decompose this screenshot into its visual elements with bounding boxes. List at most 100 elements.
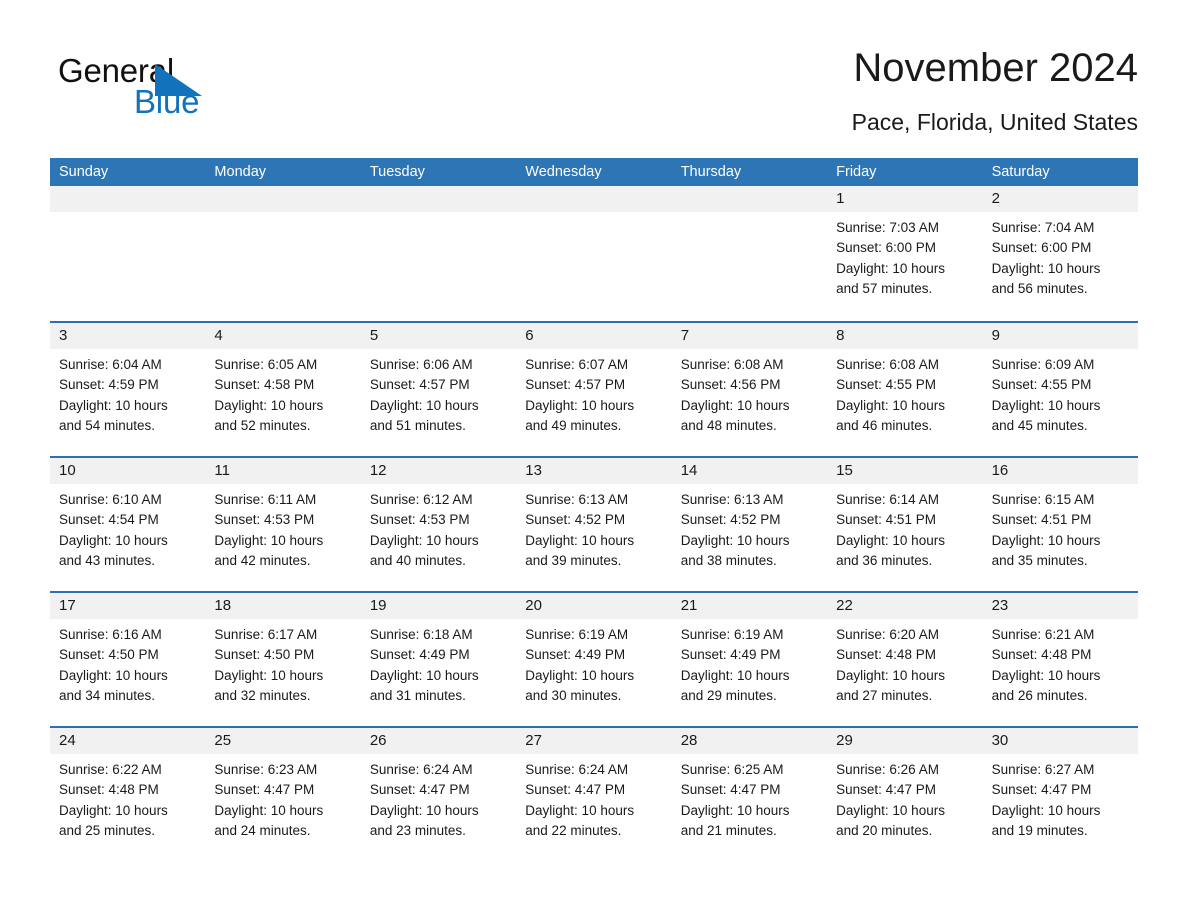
day-cell[interactable]: 24 Sunrise: 6:22 AM Sunset: 4:48 PM Dayligh… — [50, 728, 206, 861]
day-number-band: 2 — [982, 186, 1138, 212]
day-cell[interactable]: 12 Sunrise: 6:12 AM Sunset: 4:53 PM Dayligh… — [360, 458, 517, 591]
sunset-text: Sunset: 4:51 PM — [836, 512, 936, 528]
day-cell[interactable]: 20 Sunrise: 6:19 AM Sunset: 4:49 PM Dayligh… — [516, 593, 672, 726]
day-details: Sunrise: 7:03 AM Sunset: 6:00 PM Daylight:… — [827, 212, 982, 299]
day-details: Sunrise: 6:10 AM Sunset: 4:54 PM Daylight:… — [50, 484, 205, 571]
day-number: 10 — [59, 462, 76, 479]
day-cell[interactable]: 29 Sunrise: 6:26 AM Sunset: 4:47 PM Dayligh… — [827, 728, 983, 861]
day-number-band: 20 — [516, 593, 672, 619]
empty-day-cell — [360, 186, 517, 321]
day-cell[interactable]: 18 Sunrise: 6:17 AM Sunset: 4:50 PM Dayligh… — [205, 593, 361, 726]
day-number: 8 — [836, 327, 845, 344]
sunrise-text: Sunrise: 6:19 AM — [680, 627, 784, 642]
sunrise-text: Sunrise: 6:04 AM — [59, 357, 162, 372]
sunset-text: Sunset: 4:53 PM — [214, 512, 315, 528]
daylight-text-line2: and 22 minutes. — [525, 822, 622, 838]
day-cell[interactable]: 28 Sunrise: 6:25 AM Sunset: 4:47 PM Dayligh… — [671, 728, 828, 861]
day-number: 27 — [525, 732, 542, 749]
sunset-text: Sunset: 6:00 PM — [836, 240, 936, 256]
daylight-text-line1: Daylight: 10 hours — [59, 532, 168, 548]
day-cell[interactable]: 10 Sunrise: 6:10 AM Sunset: 4:54 PM Dayligh… — [50, 458, 206, 591]
daylight-text-line2: and 54 minutes. — [59, 417, 156, 433]
daylight-text-line1: Daylight: 10 hours — [680, 802, 790, 818]
day-cell[interactable]: 25 Sunrise: 6:23 AM Sunset: 4:47 PM Dayligh… — [205, 728, 361, 861]
sunset-text: Sunset: 4:47 PM — [836, 782, 936, 798]
day-cell[interactable]: 17 Sunrise: 6:16 AM Sunset: 4:50 PM Dayligh… — [50, 593, 206, 726]
sunrise-text: Sunrise: 6:11 AM — [214, 492, 317, 507]
sunrise-text: Sunrise: 6:12 AM — [369, 492, 473, 507]
daylight-text-line2: and 34 minutes. — [59, 687, 156, 703]
day-cell[interactable]: 5 Sunrise: 6:06 AM Sunset: 4:57 PM Daylight… — [360, 323, 517, 456]
day-details — [672, 212, 827, 218]
daylight-text-line2: and 29 minutes. — [680, 687, 777, 703]
weekday-header-wednesday: Wednesday — [525, 164, 602, 180]
daylight-text-line1: Daylight: 10 hours — [214, 397, 324, 413]
sunset-text: Sunset: 4:49 PM — [680, 647, 781, 663]
sunset-text: Sunset: 4:50 PM — [214, 647, 315, 663]
page-header: General Blue November 2024 Pace, Florida… — [50, 44, 1138, 144]
sunrise-text: Sunrise: 6:08 AM — [836, 357, 939, 372]
day-cell[interactable]: 15 Sunrise: 6:14 AM Sunset: 4:51 PM Dayligh… — [827, 458, 983, 591]
day-cell[interactable]: 8 Sunrise: 6:08 AM Sunset: 4:55 PM Daylight… — [827, 323, 983, 456]
daylight-text-line1: Daylight: 10 hours — [525, 667, 635, 683]
day-cell[interactable]: 22 Sunrise: 6:20 AM Sunset: 4:48 PM Dayligh… — [827, 593, 983, 726]
day-cell[interactable]: 30 Sunrise: 6:27 AM Sunset: 4:47 PM Dayligh… — [982, 728, 1138, 861]
daylight-text-line1: Daylight: 10 hours — [214, 667, 324, 683]
calendar-page: General Blue November 2024 Pace, Florida… — [0, 0, 1188, 918]
day-cell[interactable]: 23 Sunrise: 6:21 AM Sunset: 4:48 PM Dayligh… — [982, 593, 1138, 726]
day-cell[interactable]: 3 Sunrise: 6:04 AM Sunset: 4:59 PM Daylight… — [50, 323, 206, 456]
day-details: Sunrise: 6:13 AM Sunset: 4:52 PM Daylight:… — [672, 484, 827, 571]
day-number-band: 7 — [671, 323, 828, 349]
day-number-band: 17 — [50, 593, 206, 619]
sunrise-text: Sunrise: 6:27 AM — [991, 762, 1095, 777]
day-number-band: 26 — [360, 728, 517, 754]
day-cell[interactable]: 16 Sunrise: 6:15 AM Sunset: 4:51 PM Dayligh… — [982, 458, 1138, 591]
sunset-text: Sunset: 6:00 PM — [991, 240, 1092, 256]
day-number-band: 27 — [516, 728, 672, 754]
day-cell[interactable]: 14 Sunrise: 6:13 AM Sunset: 4:52 PM Dayligh… — [671, 458, 828, 591]
sunrise-text: Sunrise: 6:16 AM — [59, 627, 162, 642]
day-details: Sunrise: 6:09 AM Sunset: 4:55 PM Daylight:… — [983, 349, 1138, 436]
day-cell[interactable]: 11 Sunrise: 6:11 AM Sunset: 4:53 PM Dayligh… — [205, 458, 361, 591]
daylight-text-line2: and 40 minutes. — [369, 552, 466, 568]
day-number: 25 — [214, 732, 232, 749]
sunrise-text: Sunrise: 7:04 AM — [991, 220, 1095, 235]
day-number-band: 13 — [516, 458, 672, 484]
daylight-text-line1: Daylight: 10 hours — [369, 532, 479, 548]
day-cell[interactable]: 1 Sunrise: 7:03 AM Sunset: 6:00 PM Daylight… — [827, 186, 983, 321]
day-cell[interactable]: 6 Sunrise: 6:07 AM Sunset: 4:57 PM Daylight… — [516, 323, 672, 456]
calendar-weeks: 1 Sunrise: 7:03 AM Sunset: 6:00 PM Daylight… — [50, 186, 1138, 861]
daylight-text-line1: Daylight: 10 hours — [59, 802, 168, 818]
weekday-header-monday: Monday — [214, 164, 267, 180]
daylight-text-line2: and 23 minutes. — [369, 822, 466, 838]
sunset-text: Sunset: 4:47 PM — [214, 782, 315, 798]
day-cell[interactable]: 7 Sunrise: 6:08 AM Sunset: 4:56 PM Daylight… — [671, 323, 828, 456]
sunrise-text: Sunrise: 6:24 AM — [369, 762, 473, 777]
day-number-band: 12 — [360, 458, 517, 484]
day-cell[interactable]: 4 Sunrise: 6:05 AM Sunset: 4:58 PM Daylight… — [205, 323, 361, 456]
day-details: Sunrise: 6:04 AM Sunset: 4:59 PM Daylight:… — [50, 349, 205, 436]
day-cell[interactable]: 13 Sunrise: 6:13 AM Sunset: 4:52 PM Dayligh… — [516, 458, 672, 591]
day-cell[interactable]: 21 Sunrise: 6:19 AM Sunset: 4:49 PM Dayligh… — [671, 593, 828, 726]
generalblue-logo[interactable]: General Blue — [58, 52, 318, 130]
day-number: 26 — [369, 732, 387, 749]
daylight-text-line1: Daylight: 10 hours — [369, 802, 479, 818]
sunset-text: Sunset: 4:47 PM — [369, 782, 470, 798]
day-number: 2 — [991, 190, 1000, 207]
day-number: 28 — [680, 732, 698, 749]
sunrise-text: Sunrise: 6:10 AM — [59, 492, 162, 507]
weekday-header-saturday: Saturday — [991, 164, 1050, 180]
day-cell[interactable]: 9 Sunrise: 6:09 AM Sunset: 4:55 PM Daylight… — [982, 323, 1138, 456]
day-number: 4 — [214, 327, 223, 344]
day-details: Sunrise: 6:12 AM Sunset: 4:53 PM Daylight:… — [361, 484, 516, 571]
day-cell[interactable]: 2 Sunrise: 7:04 AM Sunset: 6:00 PM Daylight… — [982, 186, 1138, 321]
day-number-band: 28 — [671, 728, 828, 754]
daylight-text-line1: Daylight: 10 hours — [680, 532, 790, 548]
daylight-text-line2: and 20 minutes. — [836, 822, 933, 838]
day-cell[interactable]: 26 Sunrise: 6:24 AM Sunset: 4:47 PM Dayligh… — [360, 728, 517, 861]
day-cell[interactable]: 27 Sunrise: 6:24 AM Sunset: 4:47 PM Dayligh… — [516, 728, 672, 861]
day-number-band: 1 — [827, 186, 983, 212]
sunset-text: Sunset: 4:52 PM — [525, 512, 626, 528]
sunrise-text: Sunrise: 6:19 AM — [525, 627, 629, 642]
day-cell[interactable]: 19 Sunrise: 6:18 AM Sunset: 4:49 PM Dayligh… — [360, 593, 517, 726]
